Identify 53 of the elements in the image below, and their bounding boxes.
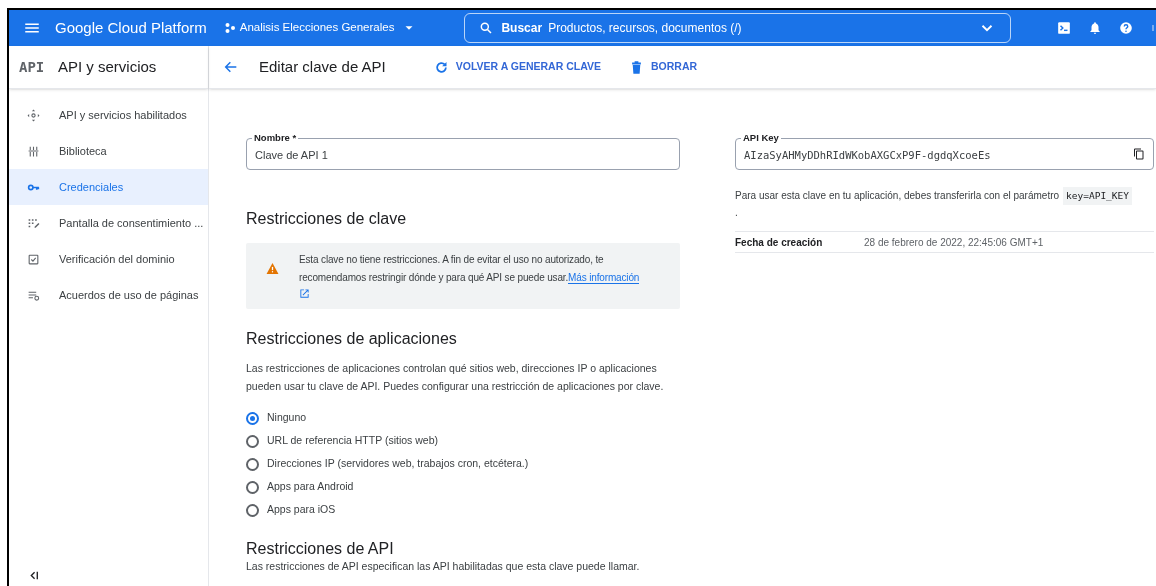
parameter-code: key=API_KEY [1063,187,1132,205]
sidebar-item[interactable]: Biblioteca [9,133,208,169]
radio-option[interactable]: Apps para iOS [246,501,680,519]
page-title: Editar clave de API [259,56,386,77]
radio-option[interactable]: Ninguno [246,409,680,427]
usage-text: Para usar esta clave en tu aplicación, debes transferirla con el parámetro [735,189,1060,203]
warning-text: Esta clave no tiene restricciones. A fin de evitar el uso no autorizado, te recomendamos restringir dónde y para qué API se puede usar.Más información [299,253,641,286]
radio-button[interactable] [246,411,259,425]
search-placeholder: Productos, recursos, documentos (/) [548,20,743,37]
back-arrow-icon[interactable] [223,59,239,75]
search-icon [479,21,494,35]
project-selector[interactable]: Analisis Elecciones Generales [223,19,417,37]
radio-button[interactable] [246,503,259,517]
sidebar-item[interactable]: Acuerdos de uso de páginas [9,277,208,313]
section-heading: Restricciones de aplicaciones [246,329,458,349]
more-info-link[interactable]: Más información [568,271,640,284]
header-action-button[interactable]: VOLVER A GENERAR CLAVE [433,59,601,75]
help-icon[interactable] [1119,21,1134,35]
creation-date-label: Fecha de creación [735,235,824,250]
copy-icon[interactable] [1133,148,1145,160]
checkbox-icon [27,252,40,266]
section-title: API y servicios [58,56,157,77]
section-description: Las restricciones de API especifican las API habilitadas que esta clave puede llamar. [246,560,641,573]
radio-option[interactable]: URL de referencia HTTP (sitios web) [246,432,680,450]
warning-icon [266,262,279,275]
api-logo: API [19,57,46,77]
radio-option[interactable]: Apps para Android [246,478,680,496]
sidebar-item[interactable]: Pantalla de consentimiento ... [9,205,208,241]
radio-button[interactable] [246,457,259,471]
terminal-icon[interactable] [1057,21,1072,35]
search-field[interactable]: Buscar Productos, recursos, documentos (/) [464,13,1012,43]
radio-button[interactable] [246,480,259,494]
external-link-icon[interactable] [299,288,310,299]
bell-icon[interactable] [1088,21,1103,35]
field-label: Nombre * [252,132,299,144]
product-name[interactable]: Google Cloud Platform [55,16,207,40]
project-icon [223,22,236,34]
search-label: Buscar [501,20,543,37]
sidebar-item[interactable]: Verificación del dominio [9,241,208,277]
header-action-button[interactable]: BORRAR [629,59,698,75]
radio-option[interactable]: Direcciones IP (servidores web, trabajos cron, etcétera.) [246,455,680,473]
section-heading: Restricciones de API [246,539,395,558]
collapse-icon[interactable] [27,569,40,582]
sidebar-item[interactable]: Credenciales [9,169,208,205]
radio-button[interactable] [246,434,259,448]
refresh-icon [433,59,449,75]
sidebar-item[interactable]: API y servicios habilitados [9,97,208,133]
field-label: API Key [741,132,781,144]
section-heading: Restricciones de clave [246,209,408,229]
trash-icon [629,59,644,75]
period-text: . [735,206,739,220]
creation-date-value: 28 de febrero de 2022, 22:45:06 GMT+1 [864,235,1044,250]
section-description: Las restricciones de aplicaciones controlan qué sitios web, direcciones IP o aplicaciones pueden usar tu clave de API. Puedes configurar una restricción de aplicaciones por clave. [246,361,665,394]
